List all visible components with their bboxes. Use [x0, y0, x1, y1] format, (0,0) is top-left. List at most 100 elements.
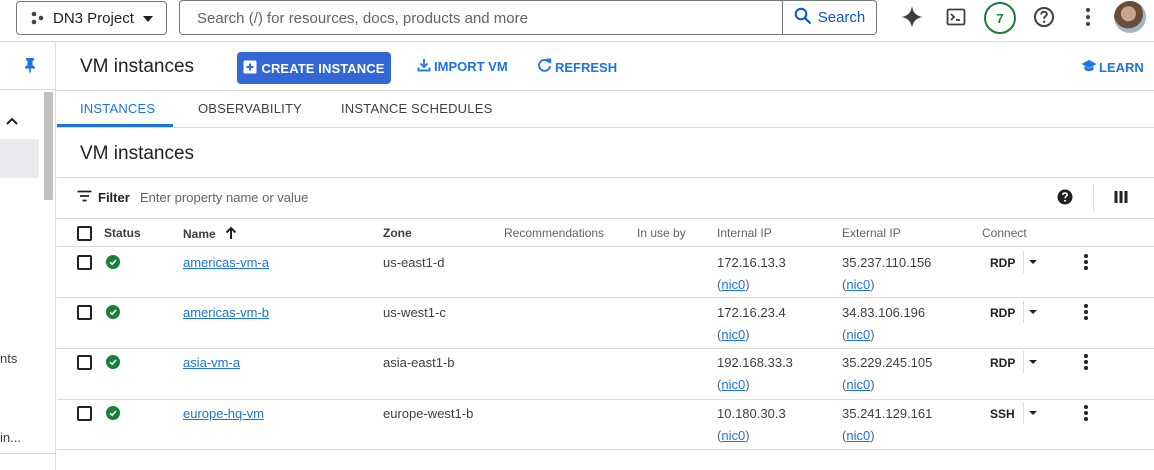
search-icon	[794, 7, 812, 29]
search-bar[interactable]: Search (/) for resources, docs, products…	[179, 0, 877, 35]
nic-link[interactable]: nic0	[846, 428, 870, 443]
column-header-status[interactable]: Status	[104, 226, 141, 240]
filter-button[interactable]: Filter	[77, 190, 130, 205]
cloud-shell-icon[interactable]	[943, 4, 969, 30]
rail-item-label[interactable]: in...	[0, 430, 21, 445]
nic-link[interactable]: nic0	[721, 377, 745, 392]
check-circle-icon	[106, 355, 120, 369]
rail-item-label[interactable]: nts	[0, 351, 17, 366]
chevron-up-icon[interactable]	[5, 114, 19, 133]
pin-icon[interactable]	[23, 57, 37, 78]
create-instance-button[interactable]: CREATE INSTANCE	[237, 52, 391, 84]
nic-link[interactable]: nic0	[846, 377, 870, 392]
connect-button[interactable]: SSH	[990, 407, 1015, 421]
avatar[interactable]	[1114, 1, 1146, 33]
row-checkbox[interactable]	[77, 355, 92, 370]
tab-instances[interactable]: INSTANCES	[80, 101, 155, 116]
tab-observability[interactable]: OBSERVABILITY	[198, 101, 302, 116]
search-input[interactable]: Search (/) for resources, docs, products…	[197, 10, 528, 27]
external-ip-cell: 34.83.106.196	[842, 305, 926, 320]
learn-button[interactable]: LEARN	[1081, 59, 1144, 76]
select-all-checkbox[interactable]	[77, 226, 92, 241]
column-header-name[interactable]: Name	[183, 226, 237, 243]
instance-name-link[interactable]: europe-hq-vm	[183, 406, 264, 421]
header-divider	[57, 90, 1154, 91]
more-vert-icon[interactable]	[1075, 4, 1101, 30]
left-nav-rail: nts in...	[0, 42, 56, 470]
nic-link[interactable]: nic0	[846, 277, 870, 292]
row-actions-icon[interactable]	[1084, 304, 1088, 322]
add-box-icon	[243, 60, 257, 77]
chevron-down-icon	[142, 12, 154, 29]
row-checkbox[interactable]	[77, 255, 92, 270]
help-circle-icon[interactable]	[1057, 189, 1073, 210]
section-divider	[57, 177, 1154, 178]
nic-label: (nic0)	[842, 377, 875, 392]
column-header-connect[interactable]: Connect	[982, 226, 1027, 240]
connect-dropdown-icon[interactable]	[1029, 360, 1037, 364]
column-header-name-label: Name	[183, 227, 216, 241]
import-vm-button[interactable]: IMPORT VM	[417, 58, 508, 75]
connect-button[interactable]: RDP	[990, 256, 1015, 270]
column-header-internal-ip[interactable]: Internal IP	[717, 226, 772, 240]
import-vm-label: IMPORT VM	[434, 59, 508, 74]
external-ip-cell: 35.237.110.156	[842, 255, 932, 270]
column-header-recommendations[interactable]: Recommendations	[504, 226, 604, 240]
rail-divider	[0, 453, 55, 454]
row-checkbox[interactable]	[77, 305, 92, 320]
connect-dropdown-icon[interactable]	[1029, 310, 1037, 314]
row-divider	[57, 399, 1154, 400]
instance-name-link[interactable]: asia-vm-a	[183, 355, 240, 370]
rail-selected-item[interactable]	[0, 139, 39, 178]
notifications-badge[interactable]: 7	[984, 2, 1016, 34]
connect-button[interactable]: RDP	[990, 356, 1015, 370]
instance-name-link[interactable]: americas-vm-b	[183, 305, 269, 320]
section-title: VM instances	[80, 143, 195, 164]
row-actions-icon[interactable]	[1084, 354, 1088, 372]
search-button-label: Search	[817, 9, 866, 26]
rail-scrollbar[interactable]	[44, 92, 53, 200]
connect-dropdown-icon[interactable]	[1029, 411, 1037, 415]
zone-cell: europe-west1-b	[383, 406, 474, 421]
check-circle-icon	[106, 406, 120, 420]
top-bar: DN3 Project Search (/) for resources, do…	[0, 0, 1154, 42]
nic-link[interactable]: nic0	[721, 327, 745, 342]
nic-link[interactable]: nic0	[846, 327, 870, 342]
project-picker[interactable]: DN3 Project	[16, 1, 167, 35]
search-button[interactable]: Search	[782, 1, 876, 34]
nic-link[interactable]: nic0	[721, 277, 745, 292]
instance-name-link[interactable]: americas-vm-a	[183, 255, 269, 270]
row-divider	[57, 246, 1154, 247]
connect-button[interactable]: RDP	[990, 306, 1015, 320]
nic-link[interactable]: nic0	[721, 428, 745, 443]
help-icon[interactable]	[1031, 4, 1057, 30]
nic-label: (nic0)	[842, 428, 875, 443]
column-header-zone[interactable]: Zone	[383, 226, 412, 240]
row-actions-icon[interactable]	[1084, 405, 1088, 423]
row-actions-icon[interactable]	[1084, 254, 1088, 272]
column-header-external-ip[interactable]: External IP	[842, 226, 901, 240]
column-header-in-use-by[interactable]: In use by	[637, 226, 686, 240]
nic-label: (nic0)	[717, 377, 750, 392]
external-ip-cell: 35.241.129.161	[842, 406, 933, 421]
check-circle-icon	[106, 305, 120, 319]
arrow-upward-icon	[225, 226, 237, 243]
rail-divider	[0, 89, 55, 90]
nic-label: (nic0)	[717, 428, 750, 443]
sparkle-icon[interactable]	[899, 4, 925, 30]
tabs-divider	[57, 127, 1154, 128]
nic-label: (nic0)	[842, 277, 875, 292]
filter-input[interactable]: Enter property name or value	[140, 190, 308, 205]
zone-cell: us-west1-c	[383, 305, 446, 320]
table-header-divider	[57, 218, 1154, 219]
refresh-button[interactable]: REFRESH	[537, 58, 617, 76]
connect-divider	[1023, 251, 1024, 273]
learn-label: LEARN	[1099, 60, 1144, 75]
row-divider	[57, 348, 1154, 349]
page-title: VM instances	[80, 56, 195, 77]
connect-dropdown-icon[interactable]	[1029, 260, 1037, 264]
create-instance-label: CREATE INSTANCE	[261, 60, 385, 76]
row-checkbox[interactable]	[77, 406, 92, 421]
column-display-icon[interactable]	[1114, 190, 1128, 209]
tab-instance-schedules[interactable]: INSTANCE SCHEDULES	[341, 101, 492, 116]
